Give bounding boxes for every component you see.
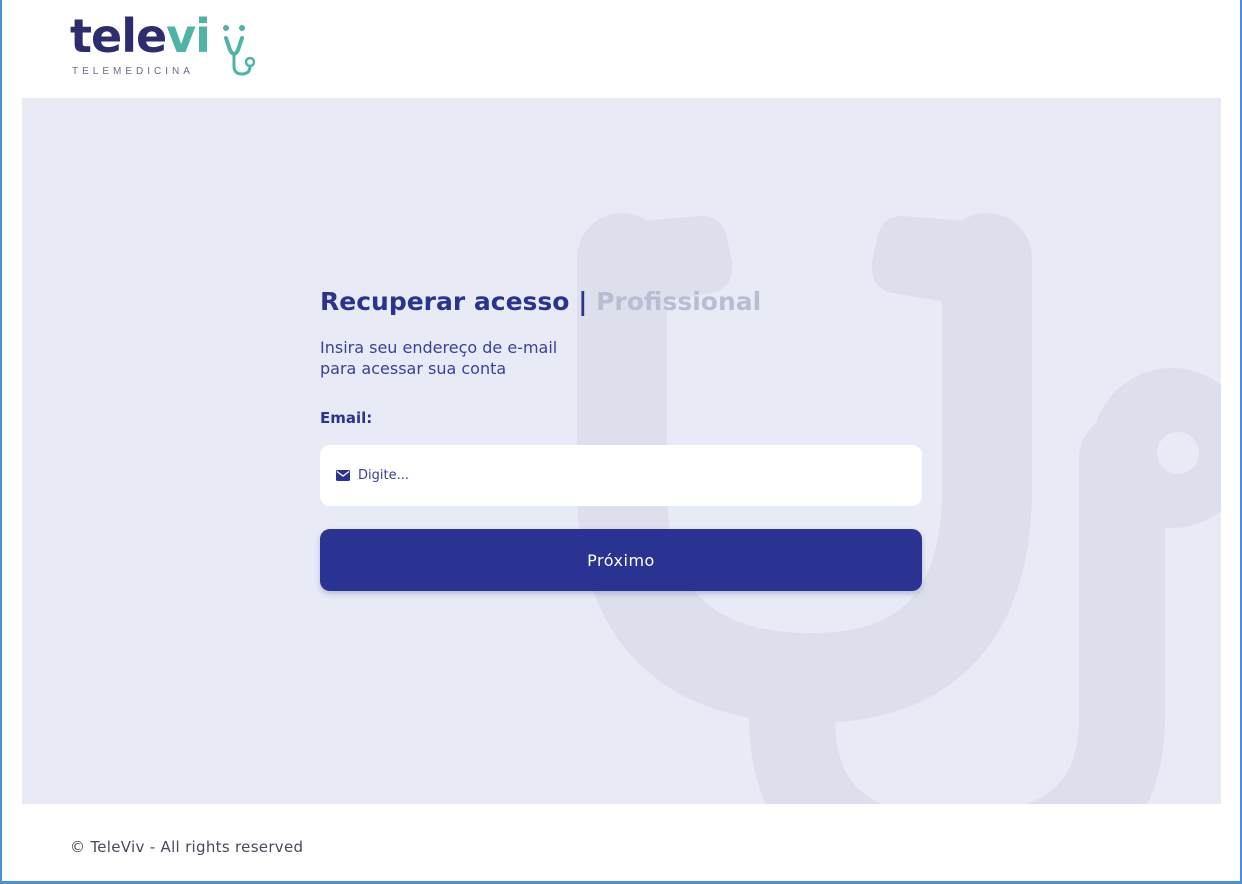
subtitle-line-2: para acessar sua conta [320, 359, 507, 378]
title-role: Profissional [596, 287, 762, 316]
logo-wordmark-tele: tele [70, 9, 167, 63]
email-field[interactable] [320, 445, 922, 506]
page-title-text: Recuperar acesso [320, 287, 570, 316]
main-panel: Recuperar acesso | Profissional Insira s… [22, 98, 1221, 804]
subtitle-line-1: Insira seu endereço de e-mail [320, 338, 558, 357]
footer-copyright: © TeleViv - All rights reserved [70, 838, 304, 856]
televiv-logo: televi TELEMEDICINA [70, 9, 260, 80]
stethoscope-logo-icon [223, 25, 256, 76]
next-button[interactable]: Próximo [320, 529, 922, 591]
page-subtitle: Insira seu endereço de e-mail para acess… [320, 337, 620, 379]
envelope-icon [336, 470, 350, 481]
email-input[interactable] [358, 445, 908, 506]
logo-tagline: TELEMEDICINA [72, 66, 194, 77]
page-title: Recuperar acesso | Profissional [320, 287, 761, 316]
email-label: Email: [320, 409, 373, 427]
title-separator: | [578, 287, 588, 316]
logo-wordmark: televi [70, 8, 211, 64]
logo-wordmark-vi: vi [166, 9, 211, 63]
